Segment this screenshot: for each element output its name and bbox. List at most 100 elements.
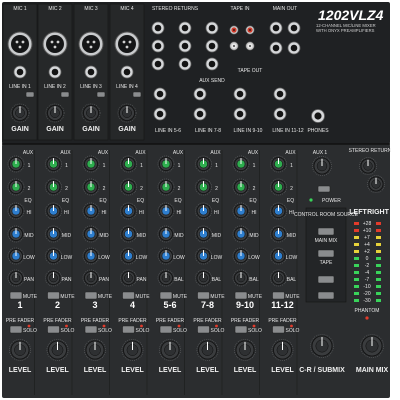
mute-button[interactable] [159,291,173,300]
mic-xlr-input[interactable] [78,31,104,57]
stereo-return-jack[interactable] [178,39,192,53]
mic-xlr-input[interactable] [7,31,33,57]
level-label: LEVEL [121,367,144,374]
eq-label: EQ [24,198,31,204]
low-cut-button[interactable] [25,91,35,98]
xlr-pin [56,40,60,44]
solo-button[interactable] [272,325,285,334]
meter-led-right [376,250,381,253]
aux-send-jack[interactable] [205,21,219,35]
aux-label: AUX [135,150,146,156]
aux2-number: 2 [28,186,31,192]
pre-fader-label: PRE FADER [118,318,147,324]
channel-number: 5-6 [163,300,176,310]
meter-led-right [376,236,381,239]
meter-led-left [354,243,359,246]
channel-number: 1 [17,300,22,310]
solo-label: SOLO [286,328,300,334]
eq-label: EQ [99,198,106,204]
main-mix-source-button[interactable] [317,227,335,236]
low-cut-button[interactable] [60,91,70,98]
line-in-jack[interactable] [120,65,134,79]
meter-led-left [354,257,359,260]
mute-button[interactable] [197,291,210,300]
solo-button[interactable] [122,325,135,334]
pan-label: PAN [24,277,34,283]
line-in-jack[interactable] [13,65,27,79]
line-in-jack[interactable] [84,65,98,79]
stereo-line-in-jack[interactable] [193,107,207,121]
channel-number: 2 [55,300,60,310]
line-in-label: LINE IN 4 [116,84,138,90]
mute-button[interactable] [47,291,60,300]
solo-button[interactable] [9,325,23,334]
tape-out-rca-right[interactable] [245,25,255,35]
mic-xlr-input[interactable] [114,31,140,57]
jack-hole [123,68,131,76]
tape-in-rca-right[interactable] [229,25,239,35]
mute-button[interactable] [122,291,135,300]
aux2-number: 2 [253,186,256,192]
power-label: POWER [322,198,341,204]
model-name: 1202VLZ4 [318,7,384,23]
low-cut-button[interactable] [96,91,106,98]
meter-mark: -20 [363,291,370,297]
xlr-socket [46,35,64,53]
jack-hole [236,90,244,98]
main-mix-source-label: MAIN MIX [315,238,338,244]
stereo-line-in-jack[interactable] [153,87,167,101]
tape-source-button[interactable] [317,249,335,258]
aux2-number: 2 [140,186,143,192]
jack-hole [272,44,280,52]
stereo-return-jack[interactable] [151,21,165,35]
solo-button[interactable] [234,325,248,334]
mute-button[interactable] [9,291,23,300]
stereo-line-in-jack[interactable] [233,107,247,121]
low-cut-button[interactable] [132,91,142,98]
mute-button[interactable] [234,291,248,300]
stereo-return-jack[interactable] [151,39,165,53]
mute-button[interactable] [272,291,285,300]
phantom-led [365,316,369,320]
jack-hole [154,60,162,68]
aux1-number: 1 [253,163,256,169]
eq-mid-label: MID [99,233,109,239]
stereo-return-jack[interactable] [151,57,165,71]
solo-label: SOLO [248,328,262,334]
eq-hi-label: HI [252,210,257,216]
solo-button[interactable] [84,325,98,334]
main-out-jack[interactable] [287,21,301,35]
aux1-number: 1 [215,163,218,169]
stereo-return-jack[interactable] [178,57,192,71]
main-out-jack[interactable] [269,41,283,55]
stereo-line-in-jack[interactable] [273,87,287,101]
stereo-line-in-jack[interactable] [193,87,207,101]
eq-label: EQ [287,198,294,204]
pre-fader-label: PRE FADER [231,318,260,324]
solo-button[interactable] [197,325,210,334]
line-in-jack[interactable] [48,65,62,79]
solo-button[interactable] [159,325,173,334]
aux-pre-button[interactable] [317,185,331,193]
aux-send-jack[interactable] [205,57,219,71]
mic-xlr-input[interactable] [42,31,68,57]
gain-label: GAIN [118,126,136,133]
stereo-line-in-jack[interactable] [273,107,287,121]
stereo-return-jack[interactable] [178,21,192,35]
aux-send-jack[interactable] [205,39,219,53]
mute-button[interactable] [84,291,98,300]
phantom-button[interactable] [317,291,335,300]
tape-out-rca-left[interactable] [245,41,255,51]
solo-label: SOLO [23,328,37,334]
tape-in-rca-left[interactable] [229,41,239,51]
main-out-jack[interactable] [269,21,283,35]
aux-source-button[interactable] [317,275,335,284]
solo-button[interactable] [47,325,60,334]
stereo-line-in-jack[interactable] [153,107,167,121]
tape-out-label: TAPE OUT [238,68,263,74]
stereo-line-in-jack[interactable] [233,87,247,101]
main-out-jack[interactable] [287,41,301,55]
aux-send-label: AUX SEND [199,78,225,84]
phones-jack[interactable] [311,109,325,123]
eq-label: EQ [62,198,69,204]
